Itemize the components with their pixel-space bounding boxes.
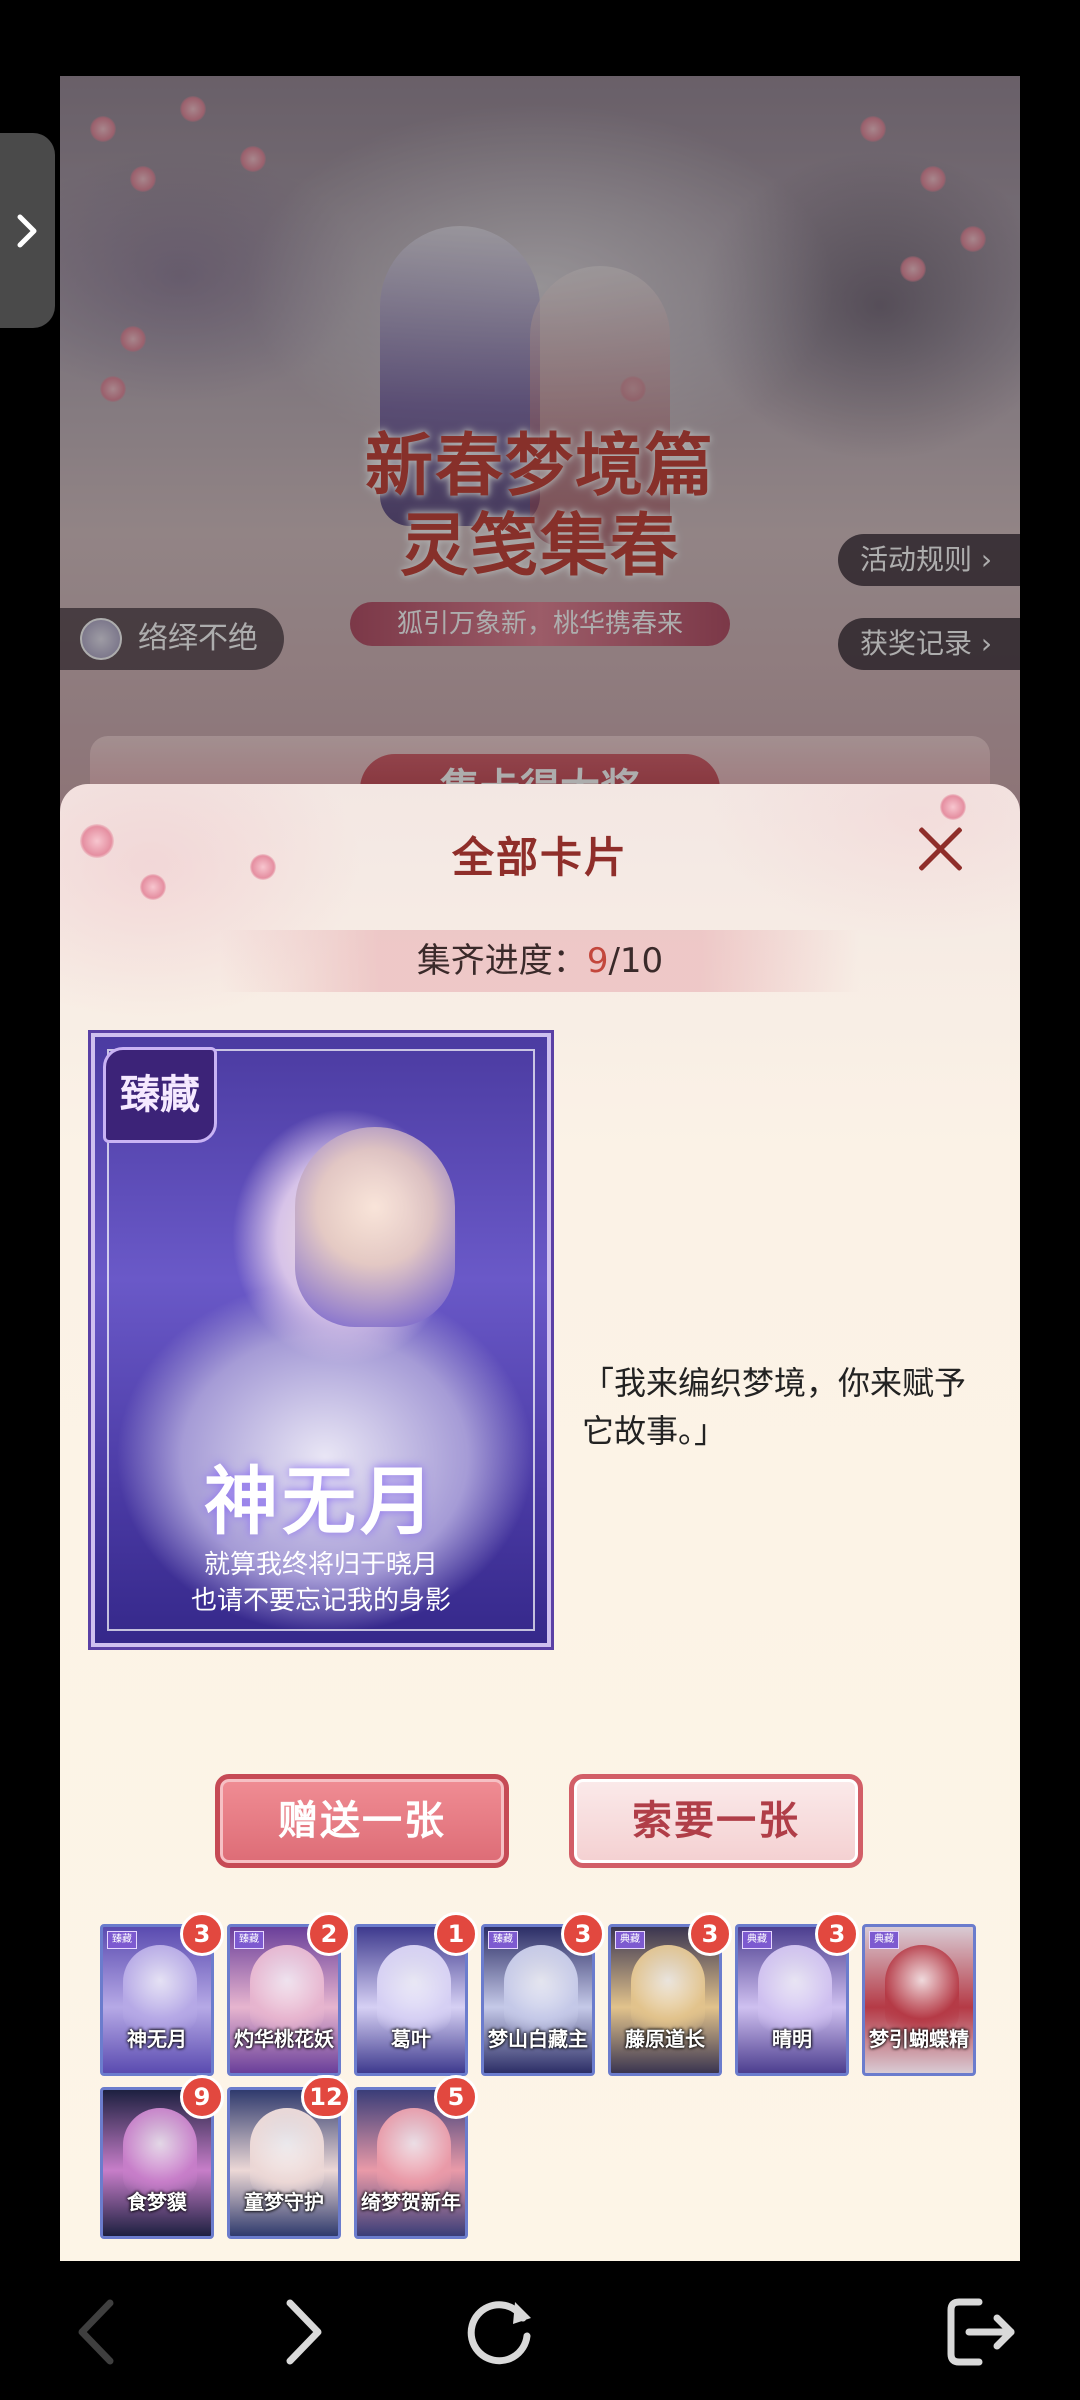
exit-icon	[947, 2298, 1015, 2366]
screen: 新春梦境篇 灵笺集春 狐引万象新，桃华携春来 活动规则 › 获奖记录 › 络绎不…	[0, 0, 1080, 2400]
card-rarity-tag: 典藏	[615, 1931, 645, 1949]
card-count-badge: 3	[561, 1912, 605, 1956]
request-card-button[interactable]: 索要一张	[569, 1774, 863, 1868]
card-thumbnail[interactable]: 典藏 梦引蝴蝶精	[862, 1924, 976, 2076]
progress-current: 9	[586, 941, 609, 981]
dialog-title: 全部卡片	[451, 833, 628, 882]
card-thumbnail-art	[504, 1945, 578, 2033]
exit-button[interactable]	[936, 2287, 1026, 2377]
card-thumbnail-name: 食梦貘	[127, 2190, 187, 2214]
card-rarity-tag: 典藏	[869, 1931, 899, 1949]
chevron-right-icon	[286, 2299, 322, 2365]
card-rarity-tag: 臻藏	[234, 1931, 264, 1949]
chevron-left-icon	[78, 2299, 114, 2365]
card-thumbnail-art	[631, 1945, 705, 2033]
card-thumbnail-art	[123, 1945, 197, 2033]
featured-card-art	[295, 1127, 455, 1327]
browser-nav-bar	[0, 2261, 1080, 2400]
gift-card-button[interactable]: 赠送一张	[215, 1774, 509, 1868]
all-cards-dialog: 全部卡片 集齐进度：9/10 臻藏 神无月 就算我终将归于晓月 也请不要忘记我的…	[60, 784, 1020, 2261]
card-thumbnail-art	[377, 1945, 451, 2033]
card-thumbnail-name: 葛叶	[391, 2027, 431, 2051]
forward-button[interactable]	[258, 2287, 348, 2377]
card-rarity-tag: 臻藏	[488, 1931, 518, 1949]
refresh-icon	[467, 2301, 531, 2365]
featured-card[interactable]: 臻藏 神无月 就算我终将归于晓月 也请不要忘记我的身影	[88, 1030, 554, 1650]
back-button[interactable]	[52, 2287, 142, 2377]
card-thumbnail-art	[250, 1945, 324, 2033]
card-thumbnail-art	[123, 2108, 197, 2196]
progress-total: /10	[608, 941, 664, 981]
collection-progress: 集齐进度：9/10	[220, 930, 860, 992]
side-drawer-tab[interactable]	[0, 133, 55, 328]
card-count-badge: 5	[434, 2075, 478, 2119]
card-thumbnail-name: 藤原道长	[625, 2027, 705, 2051]
card-thumbnail-name: 梦引蝴蝶精	[869, 2027, 969, 2051]
card-count-badge: 9	[180, 2075, 224, 2119]
card-thumbnail-art	[250, 2108, 324, 2196]
featured-card-name: 神无月	[204, 1459, 438, 1545]
card-thumbnail-name: 灼华桃花妖	[234, 2027, 334, 2051]
close-icon[interactable]	[912, 820, 968, 876]
card-thumbnail-art	[885, 1945, 959, 2033]
card-count-badge: 3	[688, 1912, 732, 1956]
card-count-badge: 1	[434, 1912, 478, 1956]
chevron-right-icon	[17, 214, 37, 248]
card-thumbnail-name: 神无月	[127, 2027, 187, 2051]
card-thumbnail-name: 童梦守护	[244, 2190, 324, 2214]
webview: 新春梦境篇 灵笺集春 狐引万象新，桃华携春来 活动规则 › 获奖记录 › 络绎不…	[60, 76, 1020, 2261]
featured-card-quote: 就算我终将归于晓月 也请不要忘记我的身影	[190, 1550, 451, 1616]
card-count-badge: 12	[301, 2075, 351, 2119]
card-thumbnail-name: 绮梦贺新年	[361, 2190, 461, 2214]
card-rarity-tag: 典藏	[742, 1931, 772, 1949]
card-thumbnail-name: 晴明	[772, 2027, 812, 2051]
card-rarity-tag: 臻藏	[107, 1931, 137, 1949]
card-count-badge: 3	[815, 1912, 859, 1956]
card-thumbnail-art	[758, 1945, 832, 2033]
featured-card-description: 「我来编织梦境，你来赋予它故事。」	[582, 1364, 967, 1450]
refresh-button[interactable]	[454, 2287, 544, 2377]
card-thumbnail-name: 梦山白藏主	[488, 2027, 588, 2051]
progress-label: 集齐进度：	[416, 941, 587, 981]
card-thumbnail-art	[377, 2108, 451, 2196]
card-count-badge: 3	[180, 1912, 224, 1956]
card-count-badge: 2	[307, 1912, 351, 1956]
featured-card-badge: 臻藏	[103, 1047, 217, 1143]
